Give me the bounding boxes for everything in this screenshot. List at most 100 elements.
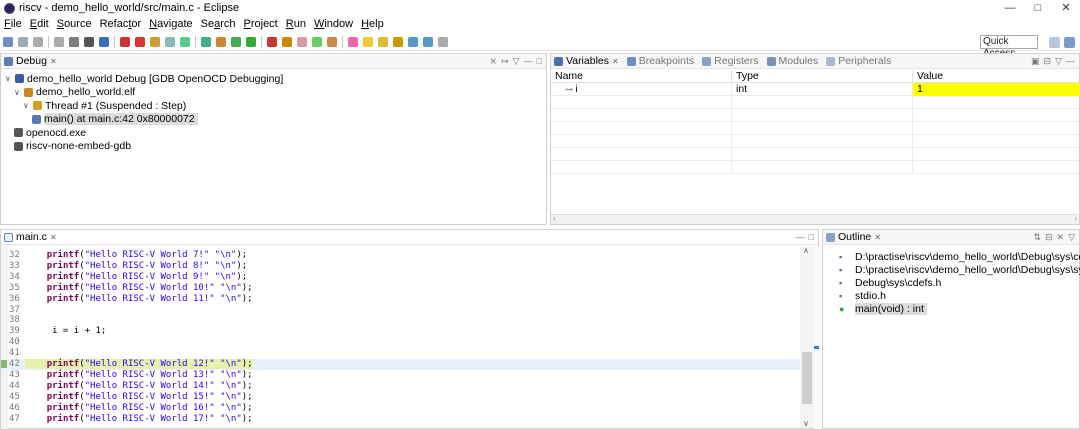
horizontal-scrollbar[interactable]: ‹ ›	[551, 214, 1079, 224]
step-over-icon[interactable]	[165, 36, 175, 47]
expand-toggle-icon[interactable]: ∨	[5, 74, 14, 83]
tab-registers[interactable]: Registers	[702, 55, 759, 67]
expand-toggle-icon[interactable]: ∨	[23, 101, 32, 110]
code-line[interactable]: 47 printf("Hello RISC-V World 17!" "\n")…	[1, 414, 812, 425]
step-into-icon[interactable]	[150, 36, 160, 47]
open-console-icon[interactable]	[99, 36, 109, 47]
scroll-right-icon[interactable]: ›	[1074, 214, 1077, 223]
outline-item[interactable]: ▪ Debug\sys\cdefs.h	[839, 276, 941, 289]
next-annotation-icon[interactable]	[378, 36, 388, 47]
code-line[interactable]: 36 printf("Hello RISC-V World 11!" "\n")…	[1, 294, 812, 305]
new-wizard-icon[interactable]	[297, 36, 307, 47]
code-line[interactable]: 37	[1, 305, 812, 316]
close-icon[interactable]: ✕	[874, 233, 881, 242]
show-type-names-icon[interactable]: ▣	[1031, 56, 1040, 67]
code-line[interactable]: 46 printf("Hello RISC-V World 16!" "\n")…	[1, 403, 812, 414]
sort-icon[interactable]: ⇅	[1033, 232, 1041, 243]
save-all-icon[interactable]	[33, 36, 43, 47]
code-line[interactable]: 44 printf("Hello RISC-V World 14!" "\n")…	[1, 381, 812, 392]
remove-all-icon[interactable]: ⨯	[490, 56, 498, 67]
menu-source[interactable]: Source	[57, 18, 92, 30]
view-menu-icon[interactable]: ▽	[513, 56, 520, 67]
current-line-marker[interactable]	[814, 346, 819, 349]
run-last-icon[interactable]	[267, 36, 277, 47]
drop-to-frame-icon[interactable]	[201, 36, 211, 47]
column-name[interactable]: Name	[551, 70, 731, 82]
menu-window[interactable]: Window	[314, 18, 353, 30]
menu-project[interactable]: Project	[244, 18, 278, 30]
maximize-view-icon[interactable]: □	[537, 56, 542, 67]
scrollbar-thumb[interactable]	[802, 352, 812, 404]
outline-item[interactable]: ▪ D:\practise\riscv\demo_hello_world\Debu…	[839, 263, 1080, 276]
minimize-view-icon[interactable]: —	[524, 56, 533, 67]
quick-access-field[interactable]: Quick Access	[980, 35, 1038, 59]
external-tools-icon[interactable]	[282, 36, 292, 47]
menu-navigate[interactable]: Navigate	[149, 18, 192, 30]
code-line[interactable]: 45 printf("Hello RISC-V World 15!" "\n")…	[1, 392, 812, 403]
stop-icon[interactable]	[135, 36, 145, 47]
last-edit-icon[interactable]	[438, 36, 448, 47]
column-value[interactable]: Value	[912, 70, 1080, 82]
close-icon[interactable]: ✕	[50, 57, 57, 66]
tab-main-c[interactable]: main.c ✕	[4, 231, 57, 243]
forward-icon[interactable]	[423, 36, 433, 47]
code-area[interactable]: 32 printf("Hello RISC-V World 7!" "\n");…	[1, 246, 812, 429]
tab-debug[interactable]: Debug ✕	[4, 55, 57, 67]
minimize-view-icon[interactable]: —	[796, 232, 805, 242]
code-line[interactable]: 42 printf("Hello RISC-V World 12!" "\n")…	[1, 359, 812, 370]
debug-perspective-icon[interactable]	[1064, 37, 1075, 48]
tree-item[interactable]: openocd.exe	[14, 126, 86, 139]
back-icon[interactable]	[408, 36, 418, 47]
minimize-button[interactable]: —	[996, 0, 1024, 16]
open-task-icon[interactable]	[312, 36, 322, 47]
build-icon[interactable]	[84, 36, 94, 47]
run-icon[interactable]	[246, 36, 256, 47]
use-step-filters-icon[interactable]	[216, 36, 226, 47]
code-line[interactable]: 35 printf("Hello RISC-V World 10!" "\n")…	[1, 283, 812, 294]
terminate-icon[interactable]	[69, 36, 79, 47]
tab-peripherals[interactable]: Peripherals	[826, 55, 891, 67]
code-line[interactable]: 41	[1, 348, 812, 359]
mark-occurrences-icon[interactable]	[348, 36, 358, 47]
tree-item[interactable]: ∨ Thread #1 (Suspended : Step)	[23, 99, 186, 112]
step-return-icon[interactable]	[180, 36, 190, 47]
maximize-view-icon[interactable]: □	[809, 232, 814, 242]
tree-item[interactable]: riscv-none-embed-gdb	[14, 140, 131, 153]
tab-breakpoints[interactable]: Breakpoints	[626, 55, 694, 67]
vertical-scrollbar[interactable]: ∧ ∨	[800, 246, 814, 428]
close-window-button[interactable]: ✕	[1052, 0, 1080, 16]
debug-icon[interactable]	[120, 36, 130, 47]
column-type[interactable]: Type	[731, 70, 912, 82]
code-line[interactable]: 33 printf("Hello RISC-V World 8!" "\n");	[1, 261, 812, 272]
menu-file[interactable]: File	[4, 18, 22, 30]
scroll-left-icon[interactable]: ‹	[553, 214, 556, 223]
view-menu-icon[interactable]: ▽	[1055, 56, 1062, 67]
menu-search[interactable]: Search	[201, 18, 236, 30]
scroll-down-icon[interactable]: ∨	[803, 419, 809, 428]
previous-annotation-icon[interactable]	[393, 36, 403, 47]
tab-variables[interactable]: Variables ✕	[554, 55, 619, 67]
print-icon[interactable]	[54, 36, 64, 47]
step-filter-icon[interactable]: ↦	[501, 56, 509, 67]
hide-fields-icon[interactable]: ⊟	[1045, 232, 1053, 243]
code-line[interactable]: 32 printf("Hello RISC-V World 7!" "\n");	[1, 250, 812, 261]
collapse-all-icon[interactable]: ⊟	[1044, 56, 1052, 67]
tab-modules[interactable]: Modules	[766, 55, 818, 67]
hide-static-icon[interactable]: ✕	[1057, 232, 1065, 243]
maximize-button[interactable]: □	[1024, 0, 1052, 16]
toggle-highlight-icon[interactable]	[363, 36, 373, 47]
code-line[interactable]: 43 printf("Hello RISC-V World 13!" "\n")…	[1, 370, 812, 381]
menu-run[interactable]: Run	[286, 18, 306, 30]
tree-item[interactable]: ∨ demo_hello_world Debug [GDB OpenOCD Deb…	[5, 72, 283, 85]
code-line[interactable]: 40	[1, 337, 812, 348]
close-icon[interactable]: ✕	[612, 57, 619, 66]
open-perspective-icon[interactable]	[1049, 37, 1060, 48]
tab-outline[interactable]: Outline ✕	[826, 231, 881, 243]
tree-item[interactable]: main() at main.c:42 0x80000072	[32, 113, 198, 126]
tree-item[interactable]: ∨ demo_hello_world.elf	[14, 86, 135, 99]
code-line[interactable]: 39 i = i + 1;	[1, 326, 812, 337]
variable-row[interactable]: ⊶ i int 1	[551, 83, 1080, 96]
scroll-up-icon[interactable]: ∧	[803, 246, 809, 255]
outline-item[interactable]: ● main(void) : int	[839, 303, 927, 316]
new-icon[interactable]	[3, 36, 13, 47]
